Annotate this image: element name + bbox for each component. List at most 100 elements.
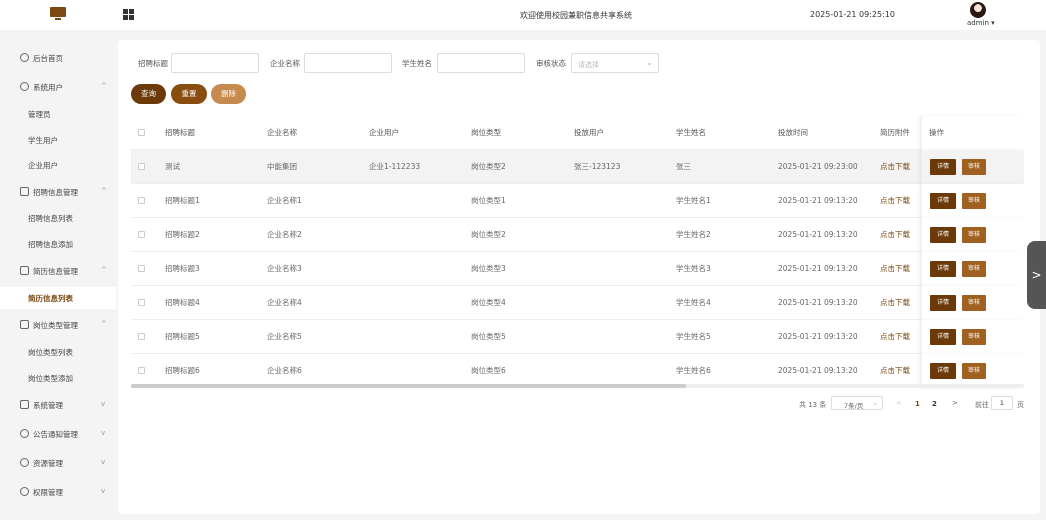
sidebar-item-label: 资源管理: [33, 459, 63, 468]
download-link[interactable]: 点击下载: [880, 150, 910, 184]
page-2-button[interactable]: 2: [932, 400, 937, 408]
sidebar-item-student-users[interactable]: 学生用户: [0, 129, 116, 151]
column-header: 操作: [929, 128, 944, 137]
title-filter-input[interactable]: [171, 53, 259, 73]
detail-button[interactable]: 详情: [930, 363, 956, 379]
detail-button[interactable]: 详情: [930, 227, 956, 243]
table-row[interactable]: 招聘标题4 企业名称4 岗位类型4 学生姓名4 2025-01-21 09:13…: [131, 286, 1024, 320]
audit-button[interactable]: 审核: [962, 159, 986, 175]
delete-button[interactable]: 删除: [211, 84, 246, 104]
detail-button[interactable]: 详情: [930, 329, 956, 345]
sidebar-item-permission-management[interactable]: 权限管理 v: [0, 481, 116, 503]
chevron-down-icon: v: [101, 400, 106, 408]
goto-label: 前往: [975, 401, 989, 409]
table-row[interactable]: 招聘标题5 企业名称5 岗位类型5 学生姓名5 2025-01-21 09:13…: [131, 320, 1024, 354]
cell-student-name: 学生姓名6: [676, 366, 711, 375]
sidebar-item-job-type-list[interactable]: 岗位类型列表: [0, 341, 116, 363]
column-header: 投放用户: [574, 128, 604, 137]
next-page-button[interactable]: >: [952, 399, 958, 407]
chevron-up-icon: ^: [101, 320, 107, 328]
reset-button[interactable]: 重置: [171, 84, 207, 104]
user-dropdown[interactable]: admin ▾: [967, 19, 995, 27]
table-row[interactable]: 招聘标题3 企业名称3 岗位类型3 学生姓名3 2025-01-21 09:13…: [131, 252, 1024, 286]
avatar[interactable]: [970, 2, 986, 18]
status-filter-label: 审核状态: [536, 59, 566, 68]
menu-grid-icon[interactable]: [123, 9, 134, 20]
company-filter-input[interactable]: [304, 53, 392, 73]
cell-job-type: 岗位类型4: [471, 298, 506, 307]
sidebar-item-resume-management[interactable]: 简历信息管理 ^: [0, 260, 116, 282]
sidebar-item-recruitment-management[interactable]: 招聘信息管理 ^: [0, 181, 116, 203]
table-row[interactable]: 招聘标题1 企业名称1 岗位类型1 学生姓名1 2025-01-21 09:13…: [131, 184, 1024, 218]
sidebar-item-label: 岗位类型列表: [28, 348, 73, 357]
actions-cell: 详情 审核: [921, 320, 1024, 354]
prev-page-button[interactable]: <: [896, 399, 902, 407]
detail-button[interactable]: 详情: [930, 193, 956, 209]
cell-student-name: 学生姓名3: [676, 264, 711, 273]
download-link[interactable]: 点击下载: [880, 184, 910, 218]
page-size-select[interactable]: 7条/页 ⌄: [831, 396, 883, 410]
detail-button[interactable]: 详情: [930, 261, 956, 277]
sidebar-item-job-type-management[interactable]: 岗位类型管理 ^: [0, 314, 116, 336]
chevron-down-icon: v: [101, 429, 106, 437]
table-row[interactable]: 招聘标题6 企业名称6 岗位类型6 学生姓名6 2025-01-21 09:13…: [131, 354, 1024, 388]
column-header: 学生姓名: [676, 128, 706, 137]
sidebar-item-recruitment-add[interactable]: 招聘信息添加: [0, 233, 116, 255]
download-link[interactable]: 点击下载: [880, 354, 910, 388]
cell-job-type: 岗位类型6: [471, 366, 506, 375]
sidebar-item-home[interactable]: 后台首页: [0, 47, 116, 69]
row-checkbox[interactable]: [138, 299, 145, 306]
sidebar-item-system-users[interactable]: 系统用户 ^: [0, 76, 116, 98]
system-title: 欢迎使用校园兼职信息共享系统: [520, 11, 632, 20]
audit-button[interactable]: 审核: [962, 227, 986, 243]
scrollbar-thumb[interactable]: [131, 384, 686, 388]
pagination-total: 共 13 条: [799, 401, 827, 409]
row-checkbox[interactable]: [138, 333, 145, 340]
row-checkbox[interactable]: [138, 265, 145, 272]
cell-apply-time: 2025-01-21 09:23:00: [778, 162, 858, 171]
download-link[interactable]: 点击下载: [880, 218, 910, 252]
side-expand-tab[interactable]: >: [1027, 241, 1046, 309]
row-checkbox[interactable]: [138, 163, 145, 170]
select-all-checkbox[interactable]: [138, 129, 145, 136]
cell-job-type: 岗位类型5: [471, 332, 506, 341]
audit-button[interactable]: 审核: [962, 295, 986, 311]
query-button[interactable]: 查询: [131, 84, 166, 104]
sidebar-item-recruitment-list[interactable]: 招聘信息列表: [0, 207, 116, 229]
sidebar-item-company-users[interactable]: 企业用户: [0, 154, 116, 176]
goto-page-input[interactable]: 1: [991, 396, 1013, 410]
audit-button[interactable]: 审核: [962, 193, 986, 209]
student-filter-input[interactable]: [437, 53, 525, 73]
download-link[interactable]: 点击下载: [880, 320, 910, 354]
horizontal-scrollbar[interactable]: [131, 384, 1024, 388]
status-filter-select[interactable]: 请选择 ⌄: [571, 53, 659, 73]
sidebar-item-resume-list[interactable]: 简历信息列表: [0, 287, 116, 309]
table-row[interactable]: 招聘标题2 企业名称2 岗位类型2 学生姓名2 2025-01-21 09:13…: [131, 218, 1024, 252]
audit-button[interactable]: 审核: [962, 261, 986, 277]
audit-button[interactable]: 审核: [962, 329, 986, 345]
chevron-up-icon: ^: [101, 266, 107, 274]
download-link[interactable]: 点击下载: [880, 286, 910, 320]
row-checkbox[interactable]: [138, 367, 145, 374]
download-link[interactable]: 点击下载: [880, 252, 910, 286]
page-1-button[interactable]: 1: [915, 400, 920, 408]
detail-button[interactable]: 详情: [930, 159, 956, 175]
cell-title: 招聘标题3: [165, 264, 200, 273]
column-header: 企业名称: [267, 128, 297, 137]
row-checkbox[interactable]: [138, 231, 145, 238]
sidebar-item-system-management[interactable]: 系统管理 v: [0, 394, 116, 416]
sidebar-item-resource-management[interactable]: 资源管理 v: [0, 452, 116, 474]
status-placeholder: 请选择: [578, 61, 599, 69]
list-icon: [20, 187, 29, 196]
sidebar-item-admin[interactable]: 管理员: [0, 103, 116, 125]
title-filter-label: 招聘标题: [138, 59, 168, 68]
sidebar-item-label: 系统用户: [33, 83, 63, 92]
sidebar-item-announcement-management[interactable]: 公告通知管理 v: [0, 423, 116, 445]
actions-cell: 详情 审核: [921, 354, 1024, 388]
table-row[interactable]: 测试 中能集团 企业1-112233 岗位类型2 张三-123123 张三 20…: [131, 150, 1024, 184]
sidebar-item-job-type-add[interactable]: 岗位类型添加: [0, 367, 116, 389]
audit-button[interactable]: 审核: [962, 363, 986, 379]
detail-button[interactable]: 详情: [930, 295, 956, 311]
row-checkbox[interactable]: [138, 197, 145, 204]
cell-job-type: 岗位类型3: [471, 264, 506, 273]
